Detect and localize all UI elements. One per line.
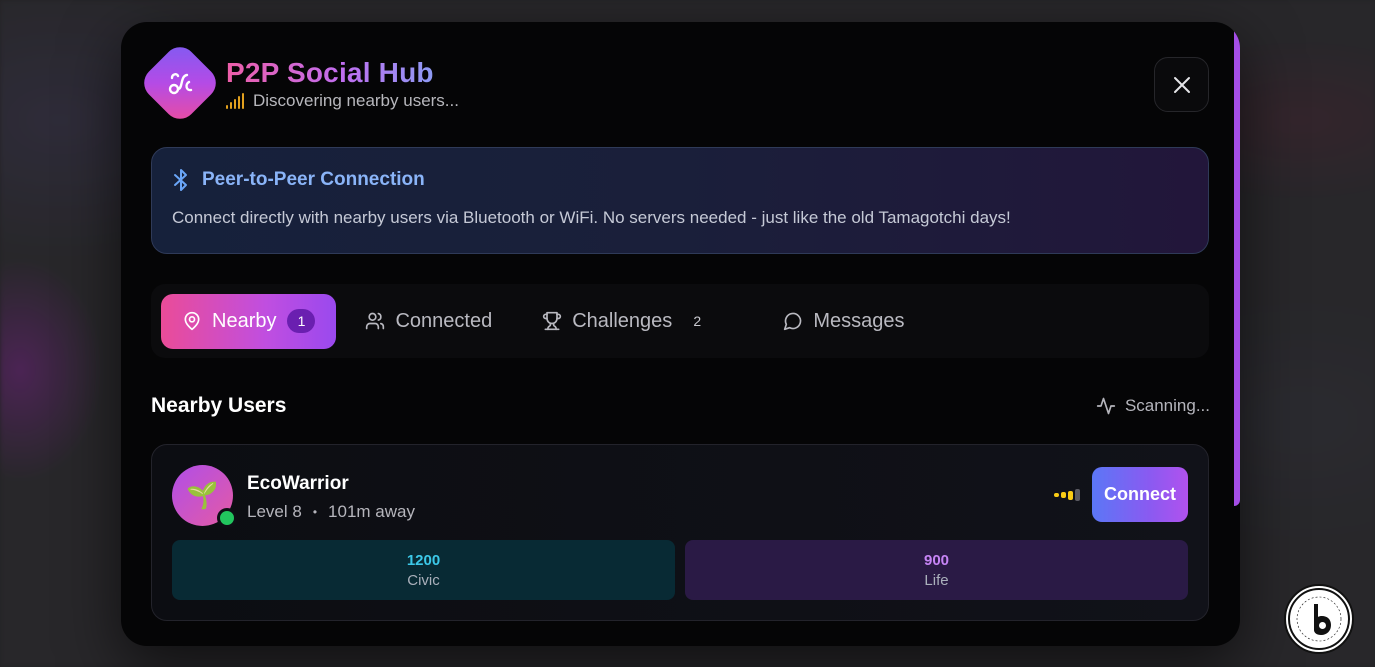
users-icon	[365, 311, 385, 331]
bluetooth-icon	[174, 169, 187, 191]
stat-life: 900 Life	[685, 540, 1188, 600]
message-circle-icon	[783, 311, 803, 331]
connection-icon	[168, 73, 193, 95]
p2p-hub-modal: P2P Social Hub Discovering nearby users.…	[121, 22, 1240, 646]
info-title: Peer-to-Peer Connection	[202, 169, 425, 190]
tab-challenges[interactable]: Challenges 2	[521, 294, 732, 349]
modal-header: P2P Social Hub Discovering nearby users.…	[137, 40, 459, 126]
signal-icon	[226, 92, 244, 109]
activity-icon	[1096, 397, 1116, 415]
tab-label: Challenges	[572, 309, 673, 332]
tab-bar: Nearby 1 Connected Challenges 2 Messages	[151, 284, 1209, 358]
close-icon	[1173, 76, 1190, 93]
bolt-badge[interactable]	[1284, 584, 1354, 654]
stat-label: Civic	[407, 571, 440, 589]
connect-button[interactable]: Connect	[1092, 467, 1188, 522]
signal-strength-icon	[1054, 489, 1080, 501]
tab-label: Messages	[813, 309, 905, 332]
map-pin-icon	[182, 311, 202, 331]
online-indicator	[217, 508, 237, 528]
close-button[interactable]	[1154, 57, 1209, 112]
sprout-icon: 🌱	[186, 480, 219, 510]
trophy-icon	[542, 311, 562, 331]
user-card[interactable]: 🌱 EcoWarrior Level 8 • 101m away Connect…	[151, 444, 1209, 621]
app-title: P2P Social Hub	[226, 56, 459, 90]
modal-scrollbar[interactable]	[1234, 22, 1240, 506]
tab-badge: 2	[693, 313, 702, 329]
app-logo	[137, 40, 223, 126]
tab-nearby[interactable]: Nearby 1	[161, 293, 337, 349]
user-name: EcoWarrior	[247, 473, 349, 494]
bolt-logo-icon	[1288, 588, 1350, 650]
discovery-status: Discovering nearby users...	[253, 90, 459, 110]
scanning-status: Scanning...	[1096, 396, 1210, 416]
stat-value: 1200	[406, 551, 441, 569]
meta-separator: •	[312, 505, 318, 519]
user-distance: 101m away	[328, 502, 415, 521]
tab-badge: 1	[287, 309, 316, 333]
tab-label: Connected	[395, 309, 493, 332]
tab-messages[interactable]: Messages	[762, 294, 925, 349]
tab-connected[interactable]: Connected	[344, 294, 513, 349]
scanning-label: Scanning...	[1124, 396, 1210, 415]
stat-label: Life	[924, 571, 949, 589]
tab-label: Nearby	[212, 309, 277, 332]
user-level: Level 8	[247, 502, 302, 521]
stat-value: 900	[923, 551, 950, 569]
section-title: Nearby Users	[151, 394, 287, 417]
user-meta: Level 8 • 101m away	[247, 502, 415, 522]
stat-civic: 1200 Civic	[172, 540, 675, 600]
avatar: 🌱	[172, 465, 237, 528]
p2p-info-card: Peer-to-Peer Connection Connect directly…	[151, 147, 1209, 254]
info-description: Connect directly with nearby users via B…	[172, 208, 1011, 227]
